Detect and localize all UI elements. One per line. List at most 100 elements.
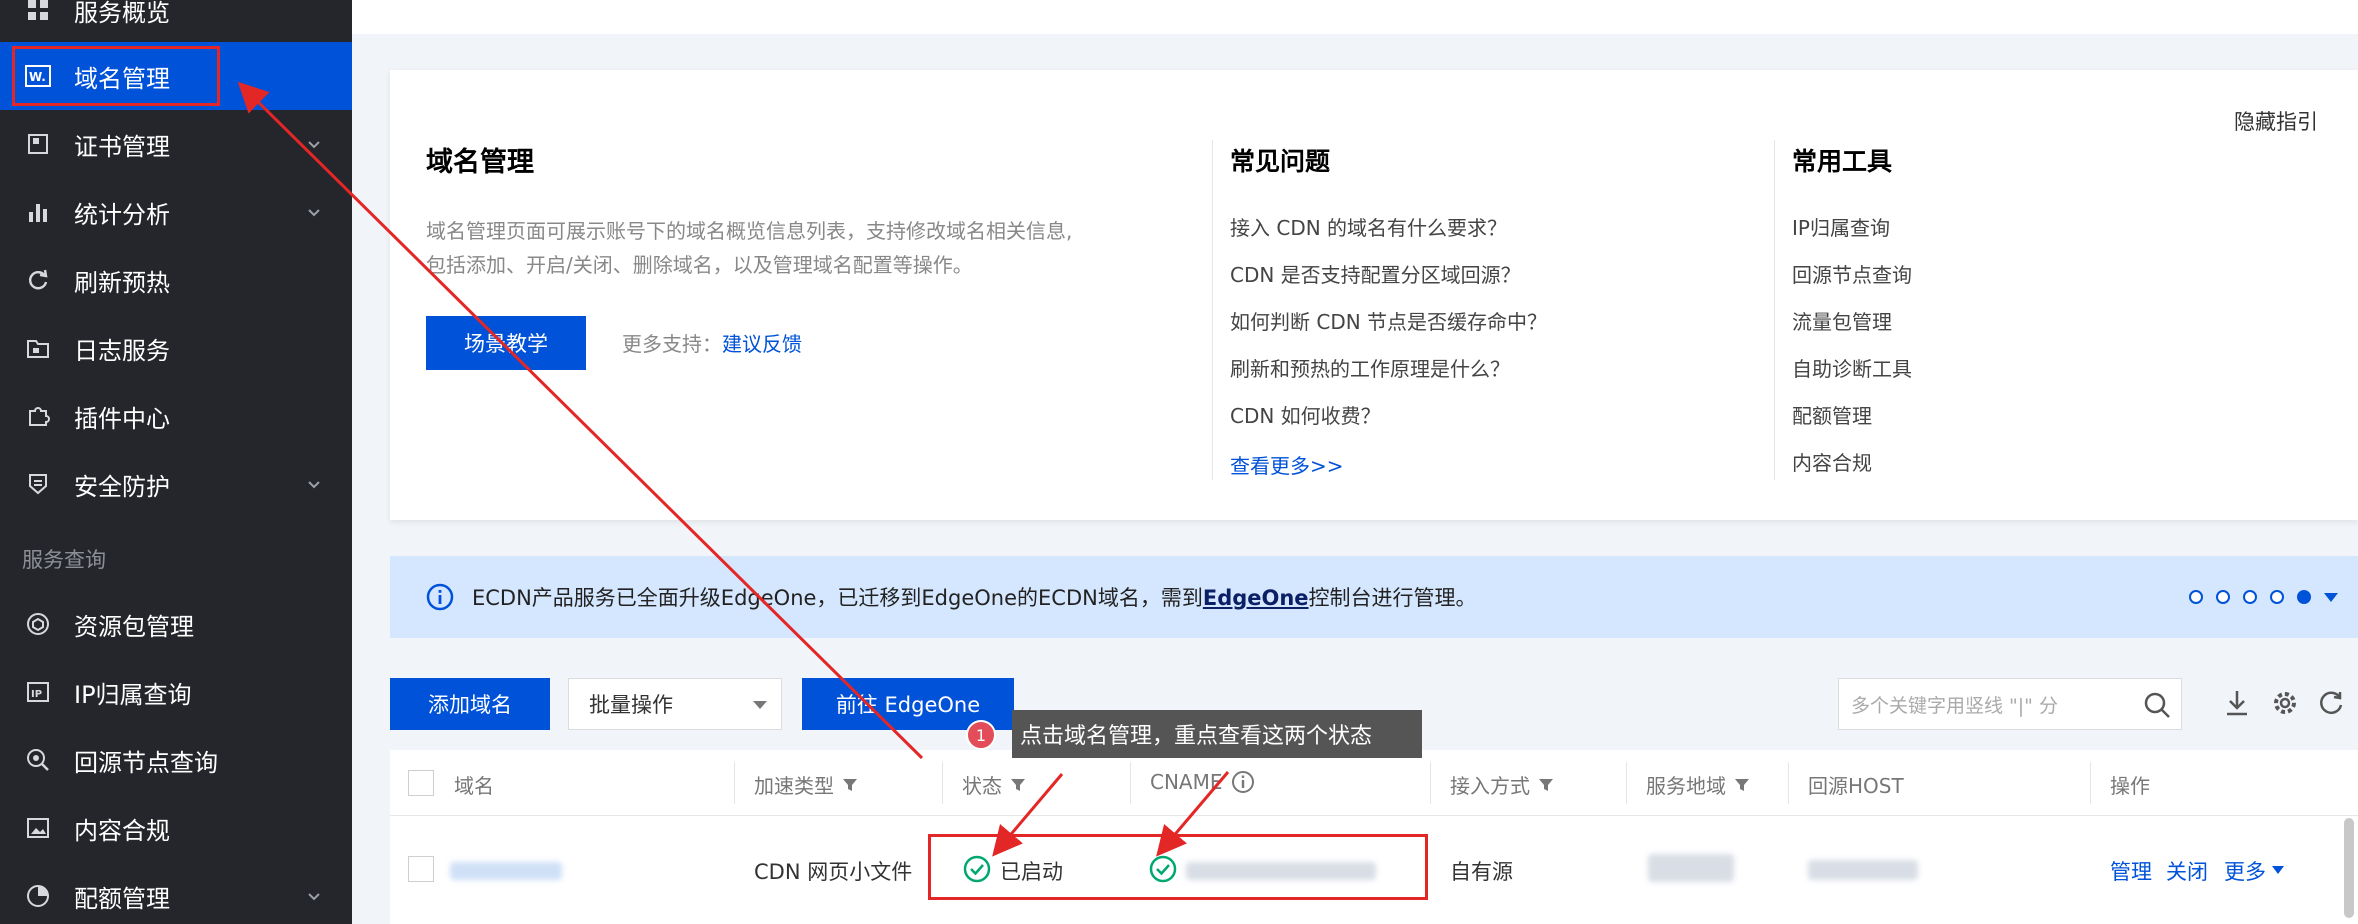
column-separator xyxy=(734,762,735,804)
sidebar-item-origin-node[interactable]: 回源节点查询 xyxy=(0,726,352,794)
highlight-box-status xyxy=(928,834,1428,900)
region-redacted xyxy=(1648,854,1734,882)
filter-icon[interactable] xyxy=(842,777,858,793)
carousel-dot[interactable] xyxy=(2189,590,2203,604)
more-link[interactable]: 更多 xyxy=(2224,856,2266,886)
edgeone-link[interactable]: EdgeOne xyxy=(1203,586,1309,610)
tool-item[interactable]: 配额管理 xyxy=(1792,400,1872,429)
carousel-dot[interactable] xyxy=(2270,590,2284,604)
header-status[interactable]: 状态 xyxy=(962,770,1026,799)
pie-icon xyxy=(24,882,52,910)
gear-icon[interactable] xyxy=(2270,688,2300,718)
guide-title: 域名管理 xyxy=(426,147,534,178)
sidebar-item-label: 内容合规 xyxy=(74,816,170,845)
sidebar-item-label: 配额管理 xyxy=(74,884,170,913)
scrollbar[interactable] xyxy=(2344,818,2354,918)
sidebar-item-plugins[interactable]: 插件中心 xyxy=(0,382,352,450)
shield-icon xyxy=(24,470,52,498)
header-label: 回源HOST xyxy=(1808,774,1904,798)
page-header xyxy=(352,0,2358,34)
download-icon[interactable] xyxy=(2222,688,2252,718)
carousel-dot[interactable] xyxy=(2243,590,2257,604)
sidebar-item-package[interactable]: 资源包管理 xyxy=(0,590,352,658)
tool-item[interactable]: IP归属查询 xyxy=(1792,212,1890,241)
domain-name-redacted[interactable] xyxy=(450,862,562,880)
hide-guide-link[interactable]: 隐藏指引 xyxy=(2234,106,2318,136)
sidebar-item-label: IP归属查询 xyxy=(74,680,192,709)
refresh-icon[interactable] xyxy=(2316,688,2346,718)
faq-item[interactable]: 接入 CDN 的域名有什么要求？ xyxy=(1230,212,1507,241)
notice-banner: ECDN产品服务已全面升级EdgeOne，已迁移到EdgeOne的ECDN域名，… xyxy=(390,556,2358,638)
guide-description-line: 域名管理页面可展示账号下的域名概览信息列表，支持修改域名相关信息, xyxy=(426,219,1073,243)
header-accel-type[interactable]: 加速类型 xyxy=(754,770,858,799)
header-cname: CNAME xyxy=(1150,770,1255,794)
faq-item[interactable]: CDN 如何收费？ xyxy=(1230,400,1381,429)
puzzle-icon xyxy=(24,402,52,430)
column-separator xyxy=(2090,762,2091,804)
sidebar-item-compliance[interactable]: 内容合规 xyxy=(0,794,352,862)
bar-chart-icon xyxy=(24,198,52,226)
header-label: 接入方式 xyxy=(1450,774,1530,798)
faq-item[interactable]: 如何判断 CDN 节点是否缓存命中？ xyxy=(1230,306,1547,335)
grid-icon xyxy=(24,0,52,24)
sidebar-item-overview[interactable]: 服务概览 xyxy=(0,0,352,44)
tool-item[interactable]: 内容合规 xyxy=(1792,447,1872,476)
sidebar-item-label: 日志服务 xyxy=(74,336,170,365)
origin-host-redacted xyxy=(1808,860,1918,880)
header-region[interactable]: 服务地域 xyxy=(1646,770,1750,799)
column-separator xyxy=(1130,762,1131,804)
sidebar-item-statistics[interactable]: 统计分析 xyxy=(0,178,352,246)
see-more-link[interactable]: 查看更多>> xyxy=(1230,450,1344,479)
tool-item[interactable]: 流量包管理 xyxy=(1792,306,1892,335)
carousel-dot[interactable] xyxy=(2216,590,2230,604)
sidebar-item-logs[interactable]: 日志服务 xyxy=(0,314,352,382)
filter-icon[interactable] xyxy=(1734,777,1750,793)
divider xyxy=(1212,140,1213,480)
tool-item[interactable]: 回源节点查询 xyxy=(1792,259,1912,288)
filter-icon[interactable] xyxy=(1010,777,1026,793)
search-icon[interactable] xyxy=(2143,691,2171,719)
sidebar-item-certificate[interactable]: 证书管理 xyxy=(0,110,352,178)
info-icon xyxy=(426,583,454,611)
scene-tutorial-button[interactable]: 场景教学 xyxy=(426,316,586,370)
sidebar-item-ip-query[interactable]: IP IP归属查询 xyxy=(0,658,352,726)
select-all-checkbox[interactable] xyxy=(408,770,434,796)
image-icon xyxy=(24,814,52,842)
row-checkbox[interactable] xyxy=(408,856,434,882)
search-placeholder: 多个关键字用竖线 "|" 分 xyxy=(1851,694,2058,717)
info-icon[interactable] xyxy=(1231,770,1255,794)
add-domain-button[interactable]: 添加域名 xyxy=(390,678,550,730)
carousel-dots xyxy=(2189,590,2338,604)
manage-link[interactable]: 管理 xyxy=(2110,856,2152,886)
access-cell: 自有源 xyxy=(1450,860,1513,884)
column-separator xyxy=(1788,762,1789,804)
sidebar-item-label: 插件中心 xyxy=(74,404,170,433)
sidebar-item-label: 刷新预热 xyxy=(74,268,170,297)
header-access[interactable]: 接入方式 xyxy=(1450,770,1554,799)
sidebar-item-security[interactable]: 安全防护 xyxy=(0,450,352,518)
close-link[interactable]: 关闭 xyxy=(2166,856,2208,886)
carousel-dot-active[interactable] xyxy=(2297,590,2311,604)
column-separator xyxy=(1430,762,1431,804)
faq-item[interactable]: 刷新和预热的工作原理是什么？ xyxy=(1230,353,1510,382)
notice-text-part: ECDN产品服务已全面升级EdgeOne，已迁移到EdgeOne的ECDN域名，… xyxy=(472,586,1203,610)
sidebar-section-label: 服务查询 xyxy=(22,548,106,572)
tool-item[interactable]: 自助诊断工具 xyxy=(1792,353,1912,382)
more-support: 更多支持：建议反馈 xyxy=(622,328,802,357)
refresh-icon xyxy=(24,266,52,294)
accel-type-cell: CDN 网页小文件 xyxy=(754,860,913,884)
feedback-link[interactable]: 建议反馈 xyxy=(722,332,802,356)
caret-down-icon[interactable] xyxy=(2272,866,2284,874)
ip-icon: IP xyxy=(24,678,52,706)
divider xyxy=(1774,140,1775,480)
sidebar-item-refresh[interactable]: 刷新预热 xyxy=(0,246,352,314)
batch-operation-select[interactable]: 批量操作 xyxy=(568,678,782,730)
filter-icon[interactable] xyxy=(1538,777,1554,793)
header-label: 加速类型 xyxy=(754,774,834,798)
caret-down-icon[interactable] xyxy=(2324,592,2338,602)
faq-item[interactable]: CDN 是否支持配置分区域回源？ xyxy=(1230,259,1521,288)
search-input[interactable]: 多个关键字用竖线 "|" 分 xyxy=(1838,678,2182,730)
chevron-down-icon xyxy=(308,481,320,489)
sidebar-item-quota[interactable]: 配额管理 xyxy=(0,862,352,924)
sidebar-item-label: 资源包管理 xyxy=(74,612,194,641)
